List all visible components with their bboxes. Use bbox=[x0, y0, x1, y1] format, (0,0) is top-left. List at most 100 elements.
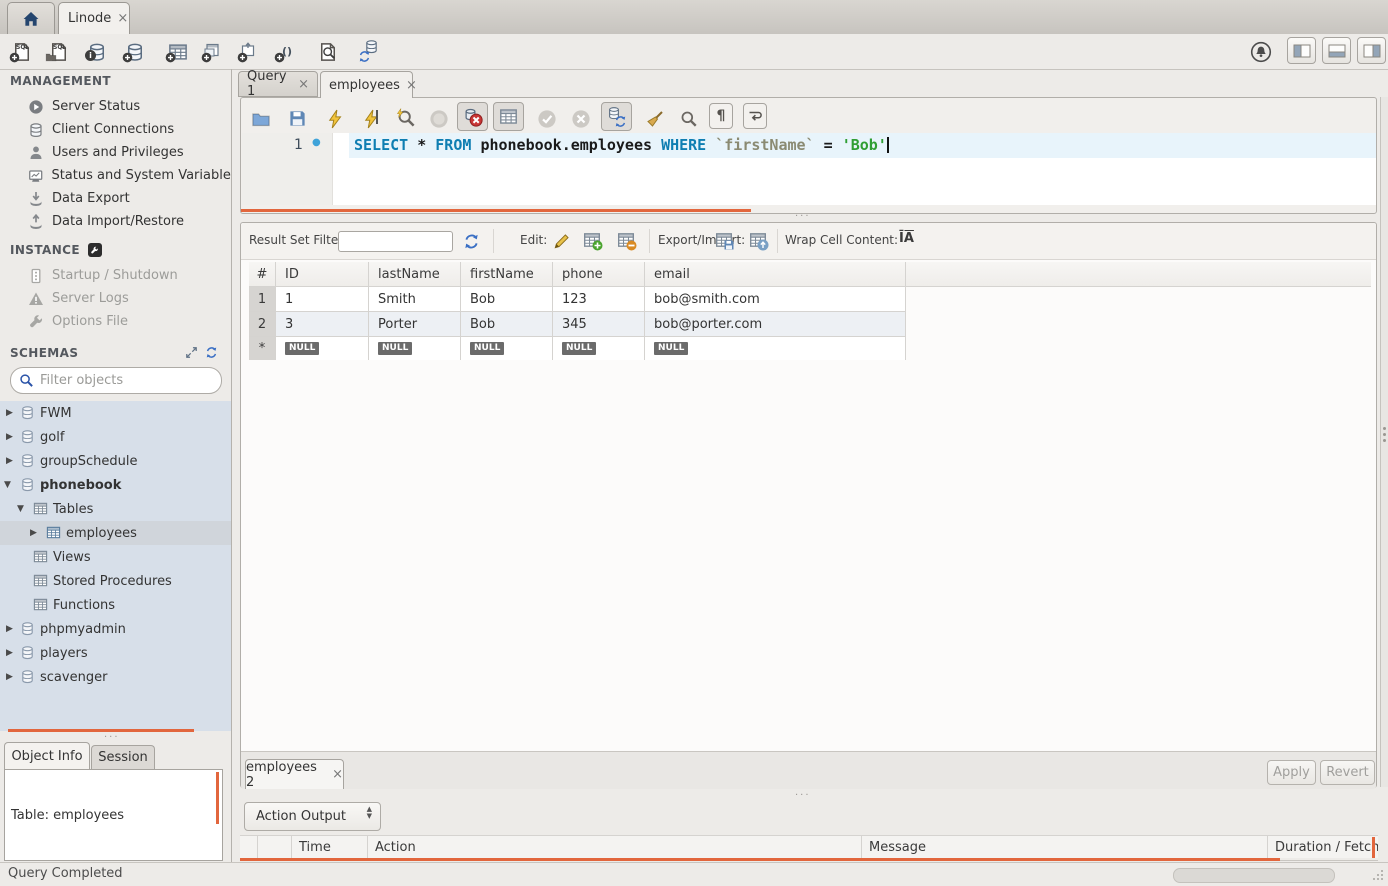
sidebar-item-client-connections[interactable]: Client Connections bbox=[0, 118, 231, 141]
cell-null[interactable]: NULL bbox=[276, 337, 369, 360]
sidebar-splitter-handle[interactable]: ··· bbox=[104, 732, 120, 743]
grid-header-lastname[interactable]: lastName bbox=[369, 262, 461, 287]
notifications-button[interactable] bbox=[1247, 38, 1275, 65]
cell-email[interactable]: bob@porter.com bbox=[645, 312, 906, 337]
create-function-button[interactable]: () bbox=[273, 38, 301, 65]
cell-lastname[interactable]: Smith bbox=[369, 287, 461, 312]
execute-current-button[interactable] bbox=[357, 105, 385, 132]
row-number[interactable]: 2 bbox=[249, 312, 276, 337]
toggle-autocommit-button[interactable] bbox=[601, 102, 632, 131]
expand-schemas-icon[interactable] bbox=[185, 346, 198, 359]
cell-firstname[interactable]: Bob bbox=[461, 287, 553, 312]
output-header-time[interactable]: Time bbox=[292, 836, 368, 858]
sidebar-item-server-logs[interactable]: Server Logs bbox=[0, 287, 231, 310]
schema-filter[interactable]: Filter objects bbox=[10, 367, 222, 394]
chevron-down-icon[interactable]: ▼ bbox=[17, 504, 24, 514]
tree-item-scavenger[interactable]: ▶ scavenger bbox=[0, 665, 231, 689]
grid-header-firstname[interactable]: firstName bbox=[461, 262, 553, 287]
cell-null[interactable]: NULL bbox=[461, 337, 553, 360]
rollback-button[interactable] bbox=[567, 105, 595, 132]
toggle-wrap-button[interactable] bbox=[743, 103, 767, 129]
execute-button[interactable] bbox=[321, 105, 349, 132]
close-icon[interactable]: × bbox=[117, 12, 128, 25]
limit-rows-button[interactable] bbox=[493, 102, 524, 131]
chevron-right-icon[interactable]: ▶ bbox=[6, 624, 13, 634]
inspect-database-button[interactable]: i bbox=[83, 38, 111, 65]
tab-employees-query[interactable]: employees × bbox=[320, 71, 413, 98]
editor-result-splitter[interactable]: ··· bbox=[795, 211, 811, 222]
chevron-down-icon[interactable]: ▼ bbox=[4, 480, 11, 490]
sidebar-item-options-file[interactable]: Options File bbox=[0, 310, 231, 333]
cell-null[interactable]: NULL bbox=[645, 337, 906, 360]
tree-item-stored-procedures[interactable]: Stored Procedures bbox=[0, 569, 231, 593]
create-schema-button[interactable] bbox=[121, 38, 149, 65]
tree-item-fwm[interactable]: ▶ FWM bbox=[0, 401, 231, 425]
right-panel-splitter[interactable] bbox=[1380, 97, 1388, 787]
tab-object-info[interactable]: Object Info bbox=[4, 742, 90, 769]
cell-firstname[interactable]: Bob bbox=[461, 312, 553, 337]
open-script-button[interactable] bbox=[247, 105, 275, 132]
grid-header-id[interactable]: ID bbox=[276, 262, 369, 287]
chevron-right-icon[interactable]: ▶ bbox=[6, 672, 13, 682]
output-selector[interactable]: Action Output ▲ ▼ bbox=[244, 802, 381, 831]
tab-query-1[interactable]: Query 1 × bbox=[238, 71, 318, 97]
tree-item-golf[interactable]: ▶ golf bbox=[0, 425, 231, 449]
tree-item-players[interactable]: ▶ players bbox=[0, 641, 231, 665]
result-filter-input[interactable] bbox=[338, 231, 453, 252]
sidebar-item-data-export[interactable]: Data Export bbox=[0, 187, 231, 210]
tab-session[interactable]: Session bbox=[91, 745, 155, 769]
cell-null[interactable]: NULL bbox=[369, 337, 461, 360]
find-button[interactable] bbox=[675, 105, 703, 132]
close-icon[interactable]: × bbox=[298, 78, 309, 91]
sidebar-hscrollbar[interactable] bbox=[8, 729, 194, 732]
new-query-tab-button[interactable]: SQL bbox=[8, 38, 36, 65]
grid-header-rownum[interactable]: # bbox=[249, 262, 276, 287]
tree-item-groupschedule[interactable]: ▶ groupSchedule bbox=[0, 449, 231, 473]
create-view-button[interactable] bbox=[200, 38, 228, 65]
apply-button[interactable]: Apply bbox=[1267, 760, 1316, 785]
export-recordset-button[interactable] bbox=[715, 231, 733, 249]
close-icon[interactable]: × bbox=[406, 79, 417, 92]
chevron-right-icon[interactable]: ▶ bbox=[6, 648, 13, 658]
output-header-action[interactable]: Action bbox=[368, 836, 862, 858]
tree-item-phpmyadmin[interactable]: ▶ phpmyadmin bbox=[0, 617, 231, 641]
tree-item-employees[interactable]: ▶ employees bbox=[0, 521, 231, 545]
reconnect-dbms-button[interactable] bbox=[356, 38, 384, 65]
refresh-results-icon[interactable] bbox=[463, 233, 480, 250]
output-hscrollbar[interactable] bbox=[240, 858, 1280, 861]
tree-item-tables[interactable]: ▼ Tables bbox=[0, 497, 231, 521]
chevron-right-icon[interactable]: ▶ bbox=[30, 528, 37, 538]
sidebar-item-users-privileges[interactable]: Users and Privileges bbox=[0, 141, 231, 164]
tab-employees-2[interactable]: employees 2 × bbox=[245, 759, 344, 789]
sidebar-item-startup-shutdown[interactable]: Startup / Shutdown bbox=[0, 264, 231, 287]
row-number[interactable]: 1 bbox=[249, 287, 276, 312]
refresh-schemas-icon[interactable] bbox=[205, 346, 218, 359]
create-table-button[interactable] bbox=[164, 38, 192, 65]
close-icon[interactable]: × bbox=[332, 768, 343, 781]
editor-hscrollbar[interactable] bbox=[241, 209, 751, 212]
connection-tab-linode[interactable]: Linode × bbox=[58, 2, 130, 34]
output-vscrollbar[interactable] bbox=[1372, 837, 1375, 858]
sidebar-item-data-import[interactable]: Data Import/Restore bbox=[0, 210, 231, 233]
result-output-splitter[interactable]: ··· bbox=[795, 790, 811, 801]
toggle-left-panel-button[interactable] bbox=[1287, 37, 1316, 64]
resize-grip-icon[interactable] bbox=[1372, 869, 1384, 881]
delete-row-button[interactable] bbox=[617, 231, 635, 249]
wrap-cell-content-icon[interactable]: ĪA bbox=[899, 231, 914, 246]
sidebar-item-system-variables[interactable]: Status and System Variables bbox=[0, 164, 231, 187]
cell-lastname[interactable]: Porter bbox=[369, 312, 461, 337]
tree-item-views[interactable]: Views bbox=[0, 545, 231, 569]
revert-button[interactable]: Revert bbox=[1320, 760, 1375, 785]
bottom-scrollbar-thumb[interactable] bbox=[1173, 868, 1335, 883]
chevron-right-icon[interactable]: ▶ bbox=[6, 408, 13, 418]
insert-row-button[interactable] bbox=[583, 231, 601, 249]
object-info-vscrollbar[interactable] bbox=[216, 772, 219, 824]
search-table-data-button[interactable] bbox=[314, 38, 342, 65]
sidebar-item-server-status[interactable]: Server Status bbox=[0, 95, 231, 118]
row-number[interactable]: * bbox=[249, 337, 276, 360]
home-tab[interactable] bbox=[7, 2, 55, 34]
cell-id[interactable]: 3 bbox=[276, 312, 369, 337]
tree-item-functions[interactable]: Functions bbox=[0, 593, 231, 617]
toggle-bottom-panel-button[interactable] bbox=[1322, 37, 1351, 64]
chevron-right-icon[interactable]: ▶ bbox=[6, 432, 13, 442]
